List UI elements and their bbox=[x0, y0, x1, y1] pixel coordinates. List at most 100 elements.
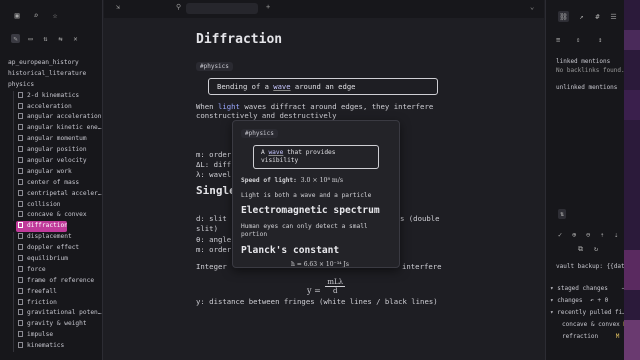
tab-active[interactable] bbox=[186, 3, 258, 14]
light-link[interactable]: light bbox=[218, 102, 240, 111]
file-item[interactable]: angular position bbox=[0, 145, 103, 156]
file-item[interactable]: angular work bbox=[0, 166, 103, 178]
outgoing-links-icon[interactable]: ↗ bbox=[576, 11, 587, 22]
folder-physics[interactable]: physics bbox=[0, 80, 103, 91]
file-item[interactable]: 2-d kinematics bbox=[0, 90, 103, 102]
file-item[interactable]: impulse bbox=[0, 330, 103, 342]
refresh-icon[interactable]: ↻ bbox=[594, 245, 598, 253]
paragraph-line: Human eyes can only detect a small bbox=[241, 223, 368, 230]
changes-header[interactable]: ▾ changes ↶ + 0 bbox=[550, 297, 608, 304]
git-panel-icon[interactable]: ⇅ bbox=[558, 209, 567, 219]
file-item[interactable]: friction bbox=[0, 297, 103, 309]
pull-icon[interactable]: ⇣ bbox=[614, 231, 618, 239]
file-icon bbox=[18, 342, 23, 349]
file-icon bbox=[18, 276, 23, 283]
folder-icon[interactable]: ▣ bbox=[12, 10, 22, 20]
formula: y = mLλ d bbox=[307, 278, 346, 295]
file-item[interactable]: acceleration bbox=[0, 101, 103, 113]
heading-single-slit: Single bbox=[196, 184, 236, 197]
paragraph-line: Light is both a wave and a particle bbox=[241, 192, 372, 199]
collapse-results-icon[interactable]: ≡ bbox=[556, 36, 560, 44]
variable-line: θ: angle bbox=[196, 235, 232, 244]
search-icon[interactable]: ⌕ bbox=[31, 10, 41, 20]
layout-icon[interactable]: ⧉ bbox=[578, 245, 583, 254]
pulled-file-item[interactable]: concave & convex M bbox=[562, 321, 627, 328]
tab-menu-icon[interactable]: ⌄ bbox=[530, 3, 534, 11]
file-item[interactable]: gravity & weight bbox=[0, 319, 103, 331]
sort-icon[interactable]: ⇅ bbox=[41, 34, 50, 43]
file-item[interactable]: collision bbox=[0, 199, 103, 211]
text: visibility bbox=[261, 157, 299, 164]
pin-icon[interactable]: ⚲ bbox=[176, 3, 181, 11]
file-icon bbox=[18, 287, 23, 294]
tag-physics[interactable]: #physics bbox=[241, 129, 278, 138]
collapse-icon[interactable]: ⇆ bbox=[56, 34, 65, 43]
file-label: doppler effect bbox=[27, 244, 80, 252]
unlinked-mentions-heading[interactable]: unlinked mentions bbox=[556, 84, 617, 91]
unstage-all-icon[interactable]: ⊖ bbox=[586, 231, 590, 239]
file-item[interactable]: angular kinetic ene… bbox=[0, 123, 103, 135]
file-item[interactable]: angular velocity bbox=[0, 156, 103, 167]
new-tab-button[interactable]: + bbox=[266, 3, 270, 11]
variable-line: d: slit bbox=[196, 214, 227, 223]
folder-ap-european-history[interactable]: ap_european_history bbox=[0, 58, 103, 69]
star-icon[interactable]: ☆ bbox=[50, 10, 60, 20]
file-item[interactable]: angular momentum bbox=[0, 134, 103, 146]
sidebar-toggle-icon[interactable]: ⇲ bbox=[116, 3, 120, 11]
file-label: acceleration bbox=[27, 102, 72, 110]
tag-icon[interactable]: # bbox=[592, 11, 603, 22]
edit-icon[interactable]: ✕ bbox=[71, 34, 80, 43]
staged-changes-header[interactable]: ▾ staged changes − 0 bbox=[550, 285, 632, 292]
file-label: kinematics bbox=[27, 342, 65, 350]
file-item[interactable]: doppler effect bbox=[0, 243, 103, 254]
file-label: refraction bbox=[562, 333, 599, 340]
file-item[interactable]: center of mass bbox=[0, 177, 103, 189]
file-item[interactable]: force bbox=[0, 264, 103, 276]
wave-link[interactable]: wave bbox=[273, 82, 290, 91]
file-label: angular momentum bbox=[27, 135, 87, 143]
wave-link[interactable]: wave bbox=[268, 149, 283, 156]
new-note-icon[interactable]: ✎ bbox=[11, 34, 20, 43]
link-icon[interactable]: ⛓ bbox=[558, 11, 569, 22]
file-icon bbox=[18, 178, 23, 185]
pulled-file-item[interactable]: refraction M bbox=[562, 333, 619, 340]
file-item[interactable]: kinematics bbox=[0, 341, 103, 352]
speed-line: Speed of light: 3.0 × 10⁸ m/s bbox=[241, 177, 343, 184]
show-context-icon[interactable]: ⇕ bbox=[576, 36, 580, 44]
file-label: friction bbox=[27, 298, 57, 306]
file-label: force bbox=[27, 265, 46, 273]
file-label: freefall bbox=[27, 287, 57, 295]
file-icon bbox=[18, 200, 23, 207]
commit-icon[interactable]: ✓ bbox=[558, 231, 562, 239]
folder-historical-literature[interactable]: historical_literature bbox=[0, 69, 103, 80]
stage-all-icon[interactable]: ⊕ bbox=[572, 231, 576, 239]
file-label: collision bbox=[27, 200, 61, 208]
tag-physics[interactable]: #physics bbox=[196, 62, 233, 71]
link-preview-popover[interactable]: #physics A wave that provides visibility… bbox=[232, 120, 400, 268]
sort-icon[interactable]: ↕ bbox=[598, 36, 602, 44]
linked-mentions-heading[interactable]: linked mentions bbox=[556, 58, 610, 65]
callout-definition: A wave that provides visibility bbox=[253, 145, 379, 169]
file-item[interactable]: concave & convex bbox=[0, 210, 103, 222]
file-item[interactable]: angular acceleration bbox=[0, 112, 103, 124]
file-item-selected[interactable]: diffraction bbox=[16, 221, 67, 233]
file-item[interactable]: freefall bbox=[0, 286, 103, 298]
recently-pulled-header[interactable]: ▾ recently pulled fi… bbox=[550, 309, 626, 316]
paragraph-line: y: distance between fringes (white lines… bbox=[196, 297, 438, 306]
file-item[interactable]: gravitational poten… bbox=[0, 308, 103, 320]
file-label: angular work bbox=[27, 167, 72, 175]
file-item[interactable]: centripetal acceler… bbox=[0, 188, 103, 200]
file-item[interactable]: equilibrium bbox=[0, 254, 103, 265]
label: recently pulled fi… bbox=[557, 309, 626, 316]
outline-icon[interactable]: ☰ bbox=[608, 11, 619, 22]
new-folder-icon[interactable]: ▭ bbox=[26, 34, 35, 43]
file-icon bbox=[18, 146, 23, 153]
file-icon bbox=[18, 113, 23, 120]
file-item[interactable]: displacement bbox=[0, 232, 103, 244]
planck-formula: h = 6.63 × 10⁻³⁴ Js bbox=[291, 261, 349, 268]
modified-badge: M bbox=[615, 333, 620, 340]
right-sidebar: ⛓ ↗ # ☰ ≡ ⇕ ↕ linked mentions No backlin… bbox=[545, 0, 635, 360]
file-item[interactable]: frame of reference bbox=[0, 275, 103, 287]
file-label: center of mass bbox=[27, 178, 80, 186]
push-icon[interactable]: ⇡ bbox=[600, 231, 604, 239]
